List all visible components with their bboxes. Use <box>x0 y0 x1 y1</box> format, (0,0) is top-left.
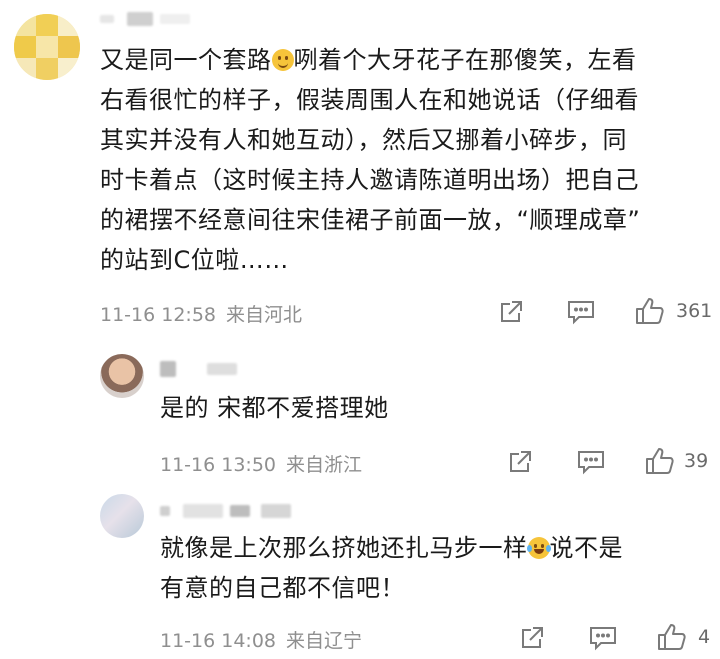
username[interactable] <box>100 8 191 26</box>
share-icon <box>522 627 543 648</box>
comment-button[interactable] <box>576 448 606 476</box>
comment-text: 就像是上次那么挤她还扎马步一样 说不是 有意的自己都不信吧！ <box>160 534 623 602</box>
like-count: 39 <box>684 450 709 472</box>
share-button[interactable] <box>518 624 546 652</box>
share-icon <box>501 301 522 322</box>
like-button[interactable] <box>656 622 688 652</box>
share-button[interactable] <box>497 298 525 326</box>
comment-time: 11-16 12:58 <box>100 304 217 326</box>
comment-text: 又是同一个套路 咧着个大牙花子在那傻笑，左看 右看很忙的样子，假装周围人在和她说话… <box>100 46 641 274</box>
comment-button[interactable] <box>588 624 618 652</box>
comment-icon <box>578 451 604 475</box>
avatar[interactable] <box>14 14 80 80</box>
avatar[interactable] <box>100 354 144 398</box>
comment-icon <box>590 627 616 651</box>
smile-emoji-icon <box>271 49 294 71</box>
comment-meta: 11-16 12:58 来自河北 <box>100 300 302 327</box>
thumbs-up-icon <box>646 448 674 474</box>
comment-time: 11-16 13:50 <box>160 454 277 476</box>
comment-icon <box>568 301 594 325</box>
like-button[interactable] <box>634 296 666 326</box>
username[interactable] <box>160 500 292 518</box>
avatar[interactable] <box>100 494 144 538</box>
laugh-cry-emoji-icon <box>526 537 551 559</box>
like-button[interactable] <box>644 446 676 476</box>
comment-meta: 11-16 14:08 来自辽宁 <box>160 626 362 653</box>
thumbs-up-icon <box>658 624 686 650</box>
thumbs-up-icon <box>636 298 664 324</box>
like-count: 361 <box>676 300 713 322</box>
comment-button[interactable] <box>566 298 596 326</box>
comment-text: 是的 宋都不爱搭理她 <box>160 394 389 422</box>
comment-location: 来自辽宁 <box>286 630 363 652</box>
comment-meta: 11-16 13:50 来自浙江 <box>160 450 362 477</box>
like-count: 4 <box>698 626 711 648</box>
comment-location: 来自浙江 <box>286 454 363 476</box>
comment-location: 来自河北 <box>226 304 303 326</box>
comment-time: 11-16 14:08 <box>160 630 277 652</box>
share-button[interactable] <box>506 448 534 476</box>
share-icon <box>510 451 531 472</box>
username[interactable] <box>160 358 238 377</box>
